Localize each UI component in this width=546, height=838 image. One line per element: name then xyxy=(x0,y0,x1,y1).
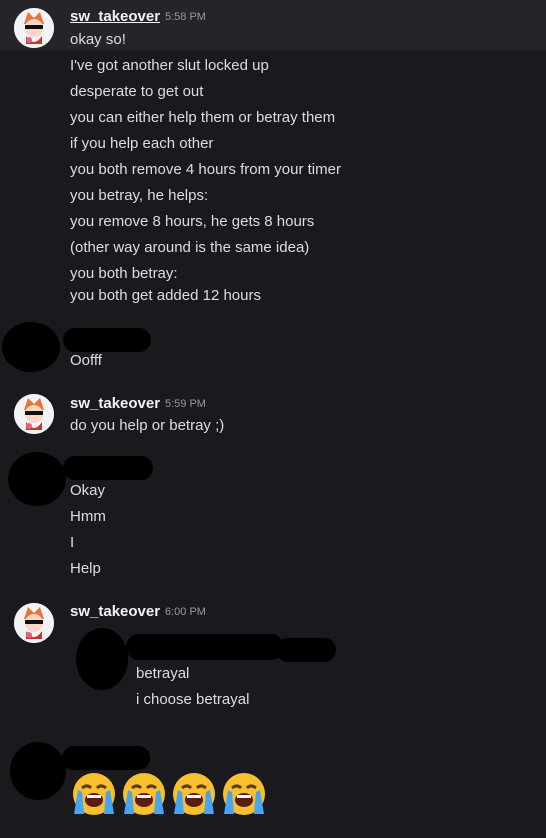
avatar-image xyxy=(14,8,54,48)
loudly-crying-face-icon xyxy=(173,773,215,815)
message-text: Okay xyxy=(70,482,106,499)
redacted-avatar xyxy=(8,452,66,506)
message-text: (other way around is the same idea) xyxy=(70,239,310,256)
message-text: you both betray: xyxy=(70,265,178,282)
redacted-username xyxy=(63,328,151,352)
user-avatar[interactable] xyxy=(14,603,54,643)
message-text: i choose betrayal xyxy=(136,691,250,708)
loudly-crying-face-icon xyxy=(73,773,115,815)
message-text: I xyxy=(70,534,75,551)
message-timestamp: 5:59 PM xyxy=(165,398,206,410)
message-text: you remove 8 hours, he gets 8 hours xyxy=(70,213,315,230)
redacted-username xyxy=(62,746,150,770)
message-text: Hmm xyxy=(70,508,106,525)
message-timestamp: 5:58 PM xyxy=(165,11,206,23)
message-text: Oofff xyxy=(70,352,102,369)
redacted-username xyxy=(126,634,284,660)
message-text: do you help or betray ;) xyxy=(70,417,225,434)
avatar-image xyxy=(14,603,54,643)
avatar-image xyxy=(14,394,54,434)
message-text: desperate to get out xyxy=(70,83,204,100)
message-text: okay so! xyxy=(70,31,126,48)
loudly-crying-face-icon xyxy=(123,773,165,815)
redacted-avatar xyxy=(76,628,128,690)
user-avatar[interactable] xyxy=(14,8,54,48)
author-name[interactable]: sw_takeover xyxy=(70,603,160,620)
message-text: you betray, he helps: xyxy=(70,187,209,204)
message-text: you both get added 12 hours xyxy=(70,287,261,304)
redacted-avatar xyxy=(2,322,60,372)
author-name[interactable]: sw_takeover xyxy=(70,8,160,25)
message-timestamp: 6:00 PM xyxy=(165,606,206,618)
redacted-avatar xyxy=(10,742,66,800)
redacted-username xyxy=(63,456,153,480)
message-text: you can either help them or betray them xyxy=(70,109,336,126)
message-text: I've got another slut locked up xyxy=(70,57,269,74)
author-name[interactable]: sw_takeover xyxy=(70,395,160,412)
emoji-reaction-row xyxy=(70,770,268,818)
redacted-username xyxy=(276,638,336,662)
loudly-crying-face-icon xyxy=(223,773,265,815)
message-text: Help xyxy=(70,560,101,577)
message-text: if you help each other xyxy=(70,135,214,152)
message-text: you both remove 4 hours from your timer xyxy=(70,161,341,178)
user-avatar[interactable] xyxy=(14,394,54,434)
message-text: betrayal xyxy=(136,665,190,682)
